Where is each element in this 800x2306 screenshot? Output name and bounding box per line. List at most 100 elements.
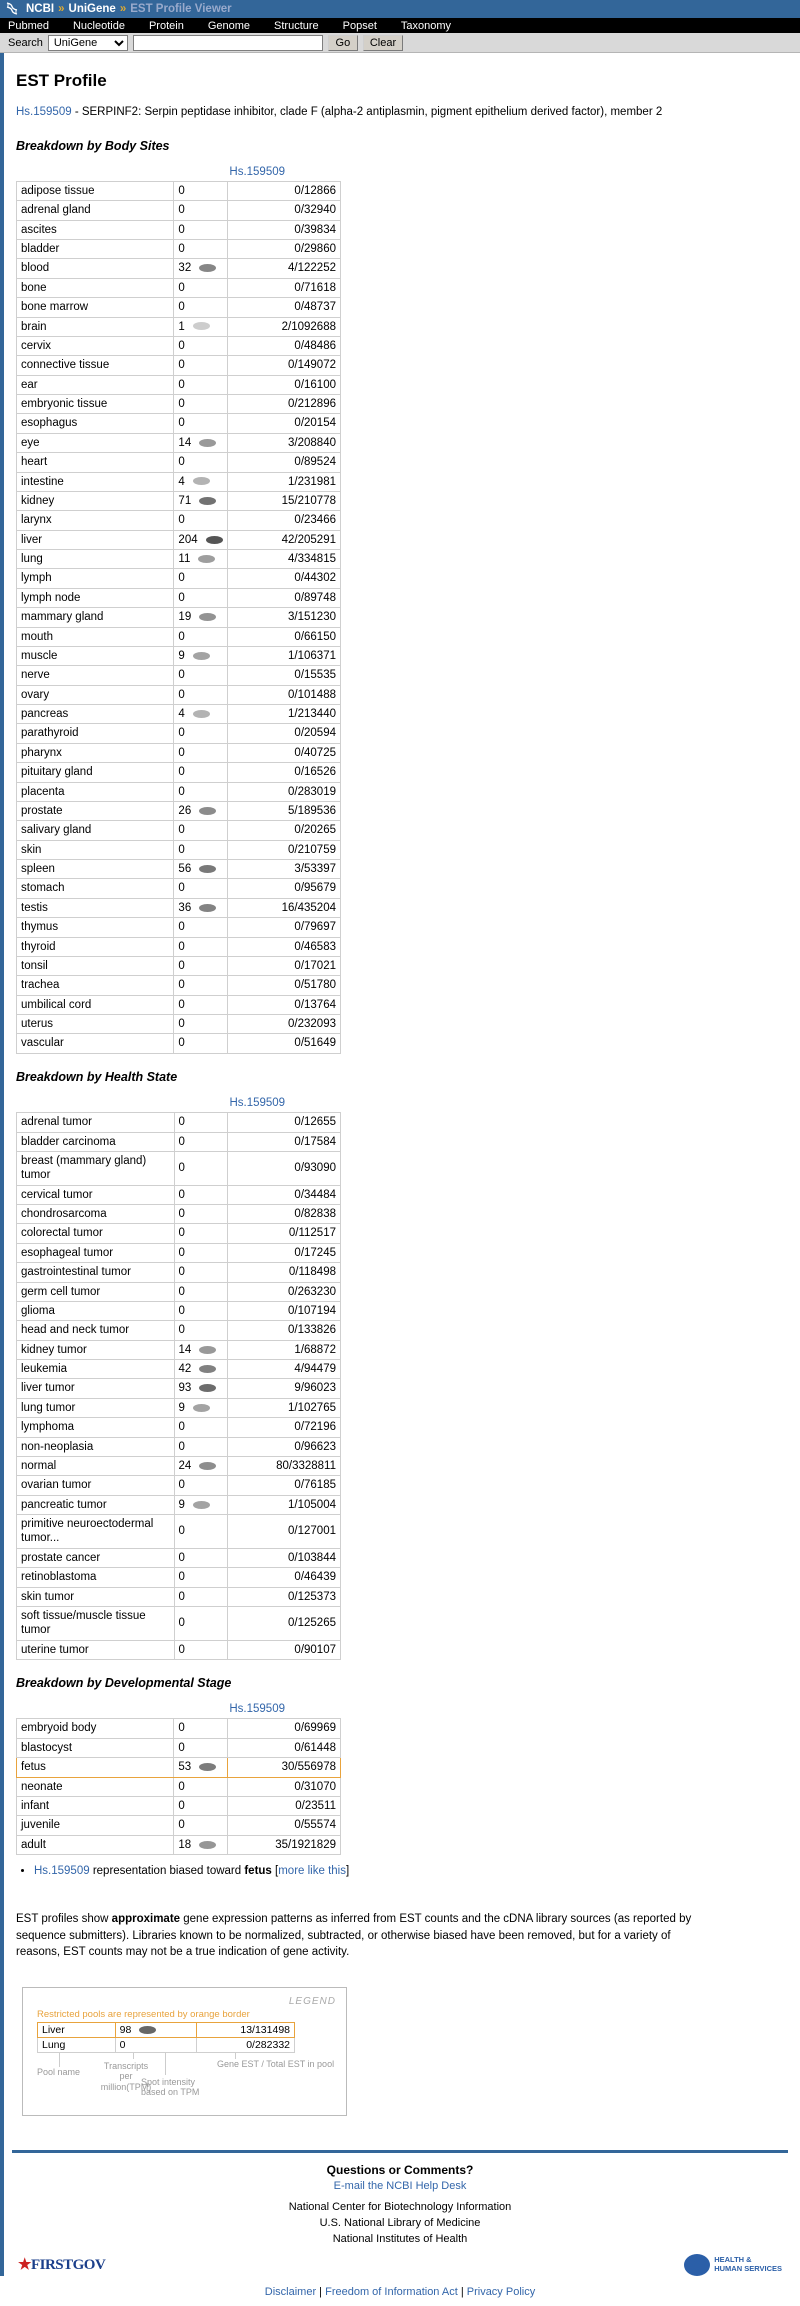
table-row[interactable]: embryoid body 0 0/69969: [15, 1718, 341, 1739]
nav-item-genome[interactable]: Genome: [208, 20, 250, 32]
nav-item-popset[interactable]: Popset: [343, 20, 377, 32]
table-row[interactable]: placenta 0 0/283019: [15, 781, 341, 802]
table-row[interactable]: stomach 0 0/95679: [15, 878, 341, 899]
table-row[interactable]: germ cell tumor 0 0/263230: [16, 1281, 341, 1302]
table-row[interactable]: colorectal tumor 0 0/112517: [16, 1223, 341, 1244]
table-row[interactable]: pharynx 0 0/40725: [15, 742, 341, 764]
table-row[interactable]: eye 14 3/208840: [15, 432, 341, 454]
table-row[interactable]: head and neck tumor 0 0/133826: [16, 1320, 341, 1341]
nav-item-protein[interactable]: Protein: [149, 20, 184, 32]
table-row[interactable]: adrenal tumor 0 0/12655: [16, 1112, 341, 1133]
table-row[interactable]: heart 0 0/89524: [15, 452, 341, 473]
breadcrumb-unigene[interactable]: UniGene: [69, 3, 116, 15]
column-header-unigene[interactable]: Hs.159509: [174, 163, 341, 182]
table-row[interactable]: thymus 0 0/79697: [15, 917, 341, 938]
table-row[interactable]: ovary 0 0/101488: [15, 684, 341, 706]
nav-item-pubmed[interactable]: Pubmed: [8, 20, 49, 32]
nav-item-taxonomy[interactable]: Taxonomy: [401, 20, 451, 32]
table-row[interactable]: pancreas 4 1/213440: [15, 704, 341, 725]
table-row[interactable]: pituitary gland 0 0/16526: [15, 762, 341, 783]
go-button[interactable]: Go: [327, 34, 358, 51]
table-row[interactable]: retinoblastoma 0 0/46439: [16, 1567, 341, 1588]
table-row[interactable]: lymph node 0 0/89748: [15, 587, 341, 609]
column-header-unigene[interactable]: Hs.159509: [174, 1700, 341, 1719]
table-row[interactable]: glioma 0 0/107194: [16, 1300, 341, 1322]
table-row[interactable]: primitive neuroectodermal tumor... 0 0/127…: [16, 1514, 341, 1549]
table-row[interactable]: prostate cancer 0 0/103844: [16, 1547, 341, 1569]
table-row[interactable]: uterine tumor 0 0/90107: [16, 1639, 341, 1661]
more-like-this-link[interactable]: more like this: [278, 1865, 346, 1877]
bias-gene-link[interactable]: Hs.159509: [34, 1865, 90, 1877]
footer-link-foia[interactable]: Freedom of Information Act: [325, 2286, 458, 2298]
table-row[interactable]: skin 0 0/210759: [15, 839, 341, 861]
table-row[interactable]: adult 18 35/1921829: [15, 1834, 341, 1856]
table-row[interactable]: embryonic tissue 0 0/212896: [15, 394, 341, 415]
table-row[interactable]: lymph 0 0/44302: [15, 568, 341, 589]
database-select[interactable]: UniGene: [47, 34, 128, 51]
table-row[interactable]: bone 0 0/71618: [15, 277, 341, 299]
table-row[interactable]: kidney 71 15/210778: [15, 490, 341, 512]
table-row[interactable]: leukemia 42 4/94479: [16, 1359, 341, 1380]
table-row[interactable]: testis 36 16/435204: [15, 897, 341, 919]
table-row[interactable]: tonsil 0 0/17021: [15, 955, 341, 977]
gene-unigene-link[interactable]: Hs.159509: [16, 106, 72, 118]
table-row[interactable]: blood 32 4/122252: [15, 258, 341, 279]
table-row[interactable]: bone marrow 0 0/48737: [15, 297, 341, 318]
table-row[interactable]: uterus 0 0/232093: [15, 1014, 341, 1035]
table-row[interactable]: soft tissue/muscle tissue tumor 0 0/125265: [16, 1605, 341, 1641]
search-input[interactable]: [132, 34, 323, 51]
table-row[interactable]: fetus 53 30/556978: [15, 1757, 341, 1778]
table-row[interactable]: kidney tumor 14 1/68872: [16, 1339, 341, 1361]
table-row[interactable]: trachea 0 0/51780: [15, 975, 341, 996]
column-header-unigene[interactable]: Hs.159509: [174, 1094, 341, 1113]
table-row[interactable]: larynx 0 0/23466: [15, 510, 341, 531]
table-row[interactable]: prostate 26 5/189536: [15, 800, 341, 822]
table-row[interactable]: lung 11 4/334815: [15, 549, 341, 570]
firstgov-logo[interactable]: ★FIRSTGOV: [18, 2255, 106, 2274]
breadcrumb-ncbi[interactable]: NCBI: [26, 3, 54, 15]
table-row[interactable]: intestine 4 1/231981: [15, 471, 341, 492]
table-row[interactable]: esophagus 0 0/20154: [15, 413, 341, 434]
table-row[interactable]: juvenile 0 0/55574: [15, 1815, 341, 1836]
table-row[interactable]: breast (mammary gland) tumor 0 0/93090: [16, 1150, 341, 1186]
table-row[interactable]: pancreatic tumor 9 1/105004: [16, 1494, 341, 1516]
footer-email-link[interactable]: E-mail the NCBI Help Desk: [334, 2180, 467, 2192]
table-row[interactable]: normal 24 80/3328811: [16, 1455, 341, 1477]
table-row[interactable]: adrenal gland 0 0/32940: [15, 200, 341, 221]
table-row[interactable]: mouth 0 0/66150: [15, 626, 341, 647]
table-row[interactable]: parathyroid 0 0/20594: [15, 723, 341, 744]
table-row[interactable]: ovarian tumor 0 0/76185: [16, 1475, 341, 1496]
table-row[interactable]: neonate 0 0/31070: [15, 1776, 341, 1797]
table-row[interactable]: cervical tumor 0 0/34484: [16, 1184, 341, 1206]
table-row[interactable]: thyroid 0 0/46583: [15, 936, 341, 957]
ncbi-dna-logo-icon[interactable]: [4, 2, 20, 16]
table-row[interactable]: ascites 0 0/39834: [15, 219, 341, 241]
table-row[interactable]: chondrosarcoma 0 0/82838: [16, 1204, 341, 1225]
table-row[interactable]: mammary gland 19 3/151230: [15, 607, 341, 628]
table-row[interactable]: non-neoplasia 0 0/96623: [16, 1436, 341, 1457]
hhs-logo[interactable]: HEALTH & HUMAN SERVICES: [684, 2253, 782, 2276]
table-row[interactable]: nerve 0 0/15535: [15, 665, 341, 686]
table-row[interactable]: lymphoma 0 0/72196: [16, 1417, 341, 1438]
table-row[interactable]: infant 0 0/23511: [15, 1795, 341, 1817]
table-row[interactable]: bladder carcinoma 0 0/17584: [16, 1131, 341, 1152]
table-row[interactable]: gastrointestinal tumor 0 0/118498: [16, 1262, 341, 1283]
table-row[interactable]: umbilical cord 0 0/13764: [15, 994, 341, 1016]
table-row[interactable]: blastocyst 0 0/61448: [15, 1737, 341, 1759]
table-row[interactable]: adipose tissue 0 0/12866: [15, 180, 341, 202]
table-row[interactable]: spleen 56 3/53397: [15, 859, 341, 880]
table-row[interactable]: liver 204 42/205291: [15, 529, 341, 551]
table-row[interactable]: vascular 0 0/51649: [15, 1033, 341, 1054]
table-row[interactable]: skin tumor 0 0/125373: [16, 1586, 341, 1607]
table-row[interactable]: cervix 0 0/48486: [15, 335, 341, 357]
table-row[interactable]: ear 0 0/16100: [15, 374, 341, 396]
footer-link-privacy[interactable]: Privacy Policy: [467, 2286, 535, 2298]
table-row[interactable]: esophageal tumor 0 0/17245: [16, 1242, 341, 1264]
nav-item-structure[interactable]: Structure: [274, 20, 319, 32]
nav-item-nucleotide[interactable]: Nucleotide: [73, 20, 125, 32]
table-row[interactable]: bladder 0 0/29860: [15, 239, 341, 260]
clear-button[interactable]: Clear: [362, 34, 404, 51]
table-row[interactable]: brain 1 2/1092688: [15, 316, 341, 337]
footer-link-disclaimer[interactable]: Disclaimer: [265, 2286, 316, 2298]
table-row[interactable]: connective tissue 0 0/149072: [15, 355, 341, 376]
